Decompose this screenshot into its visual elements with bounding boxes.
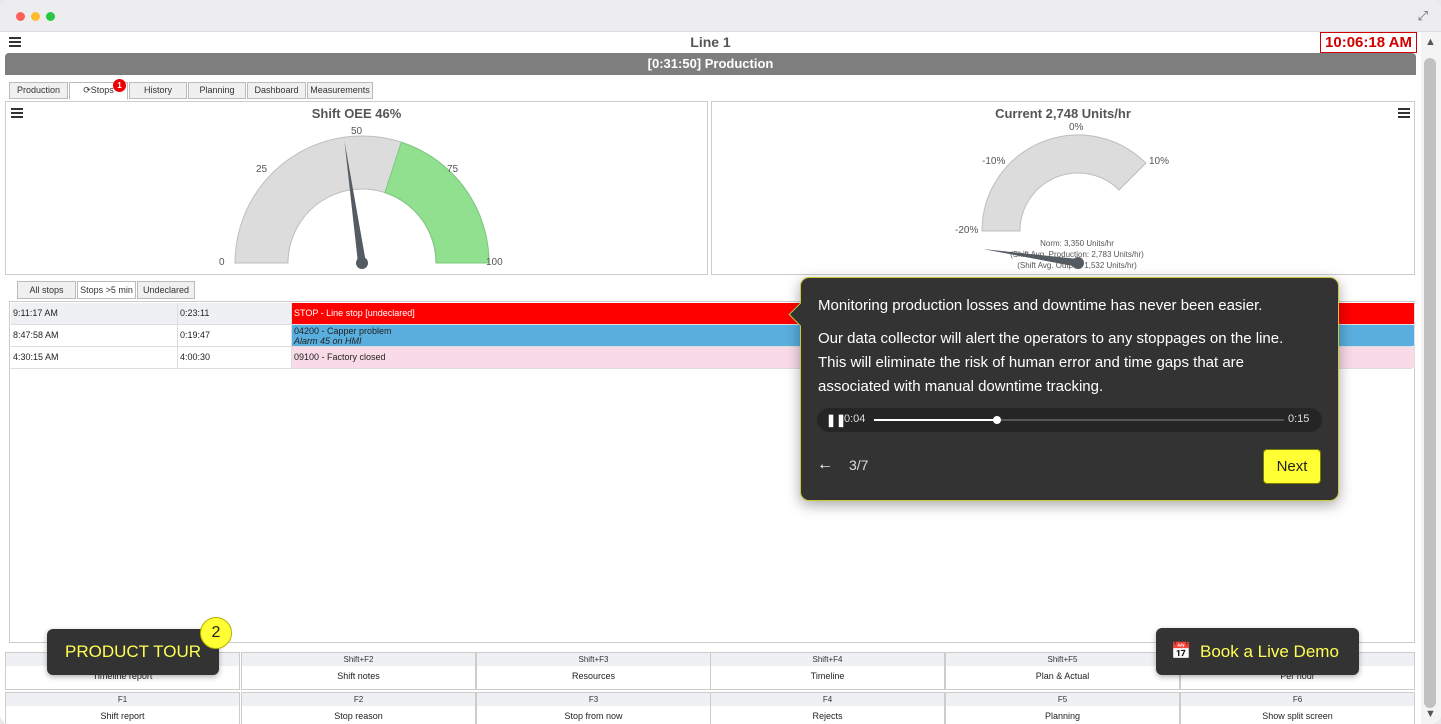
fkey-shift-report[interactable]: F1 Shift report bbox=[5, 692, 240, 724]
tour-step-counter: 3/7 bbox=[849, 457, 869, 473]
stop-duration: 4:00:30 bbox=[178, 347, 292, 368]
back-arrow-icon[interactable]: ← bbox=[817, 456, 833, 474]
rate-gauge bbox=[981, 134, 1147, 269]
oee-gauge-panel: Shift OEE 46% 0 25 50 75 100 bbox=[5, 101, 708, 275]
close-dot[interactable] bbox=[16, 12, 25, 21]
fkey-shift-notes[interactable]: Shift+F2 Shift notes bbox=[241, 652, 476, 690]
scroll-up-icon[interactable]: ▲ bbox=[1425, 36, 1436, 48]
tab-measurements[interactable]: Measurements bbox=[307, 82, 373, 99]
oee-gauge-pivot bbox=[356, 257, 368, 269]
audio-player: ❚❚ 0:04 0:15 bbox=[817, 408, 1322, 432]
title-bar: ⤢ bbox=[0, 0, 1441, 32]
tab-production[interactable]: Production bbox=[9, 82, 68, 99]
oee-gauge-green-band bbox=[384, 141, 490, 264]
progress-track[interactable] bbox=[874, 416, 1284, 424]
next-button[interactable]: Next bbox=[1263, 449, 1321, 484]
oee-tick-25: 25 bbox=[256, 164, 268, 175]
maximize-dot[interactable] bbox=[46, 12, 55, 21]
progress-fill bbox=[874, 419, 997, 421]
rate-tick-0: 0% bbox=[1069, 122, 1084, 133]
tab-dashboard[interactable]: Dashboard bbox=[247, 82, 306, 99]
rate-tick-minus10: -10% bbox=[982, 156, 1006, 167]
scroll-down-icon[interactable]: ▼ bbox=[1425, 708, 1436, 720]
rate-gauge-track bbox=[981, 134, 1147, 232]
app-window: ⤢ Line 1 10:06:18 AM [0:31:50] Productio… bbox=[0, 0, 1441, 724]
tour-text-line4: associated with manual downtime tracking… bbox=[818, 378, 1104, 395]
tab-undeclared[interactable]: Undeclared bbox=[137, 281, 195, 299]
tab-planning[interactable]: Planning bbox=[188, 82, 246, 99]
stop-time: 9:11:17 AM bbox=[11, 303, 178, 324]
tab-stops-label: Stops bbox=[90, 85, 114, 95]
fkey-show-split-screen[interactable]: F6 Show split screen bbox=[1180, 692, 1415, 724]
fkey-timeline[interactable]: Shift+F4 Timeline bbox=[710, 652, 945, 690]
rate-shift-avg-production: (Shift Avg. Production: 2,783 Units/hr) bbox=[1010, 250, 1144, 259]
oee-tick-100: 100 bbox=[486, 257, 503, 268]
stop-time: 4:30:15 AM bbox=[11, 347, 178, 368]
oee-tick-75: 75 bbox=[447, 164, 459, 175]
fkey-planning[interactable]: F5 Planning bbox=[945, 692, 1180, 724]
time-total: 0:15 bbox=[1288, 413, 1310, 425]
time-current: 0:04 bbox=[844, 413, 866, 425]
refresh-icon: ⟳ bbox=[83, 85, 91, 95]
status-bar: [0:31:50] Production bbox=[5, 53, 1416, 75]
product-tour-button[interactable]: PRODUCT TOUR bbox=[47, 629, 219, 675]
scrollbar-thumb[interactable] bbox=[1424, 58, 1436, 708]
stop-time: 8:47:58 AM bbox=[11, 325, 178, 346]
tour-text-line3: This will eliminate the risk of human er… bbox=[818, 354, 1245, 371]
tab-stops-over-5-min[interactable]: Stops >5 min bbox=[77, 281, 136, 299]
expand-icon[interactable]: ⤢ bbox=[1418, 8, 1428, 24]
book-demo-button[interactable]: 📅 Book a Live Demo bbox=[1156, 628, 1359, 675]
oee-tick-50: 50 bbox=[351, 126, 363, 137]
fkey-plan-actual[interactable]: Shift+F5 Plan & Actual bbox=[945, 652, 1180, 690]
fkey-rejects[interactable]: F4 Rejects bbox=[710, 692, 945, 724]
oee-tick-0: 0 bbox=[219, 257, 225, 268]
product-tour-popover: Monitoring production losses and downtim… bbox=[788, 277, 1339, 501]
stop-duration: 0:23:11 bbox=[178, 303, 292, 324]
product-tour-badge: 2 bbox=[200, 617, 232, 649]
fkey-resources[interactable]: Shift+F3 Resources bbox=[476, 652, 711, 690]
line-title: Line 1 bbox=[690, 34, 731, 50]
rate-gauge-panel: Current 2,748 Units/hr -20% -10% 0% 10% … bbox=[711, 101, 1415, 275]
vertical-scrollbar[interactable]: ▲ ▼ bbox=[1421, 32, 1441, 724]
fkey-stop-from-now[interactable]: F3 Stop from now bbox=[476, 692, 711, 724]
book-demo-label: Book a Live Demo bbox=[1200, 642, 1339, 661]
calendar-icon: 📅 bbox=[1171, 643, 1191, 660]
fkey-stop-reason[interactable]: F2 Stop reason bbox=[241, 692, 476, 724]
progress-knob[interactable] bbox=[993, 416, 1001, 424]
tab-history[interactable]: History bbox=[129, 82, 187, 99]
rate-tick-10: 10% bbox=[1149, 156, 1170, 167]
rate-norm: Norm: 3,350 Units/hr bbox=[1040, 239, 1114, 248]
minimize-dot[interactable] bbox=[31, 12, 40, 21]
stops-badge: 1 bbox=[113, 79, 126, 92]
tour-text-line1: Monitoring production losses and downtim… bbox=[818, 297, 1263, 314]
tour-text-line2: Our data collector will alert the operat… bbox=[818, 330, 1284, 347]
rate-tick-minus20: -20% bbox=[955, 225, 979, 236]
clock: 10:06:18 AM bbox=[1320, 32, 1417, 53]
tab-all-stops[interactable]: All stops bbox=[17, 281, 76, 299]
stop-duration: 0:19:47 bbox=[178, 325, 292, 346]
rate-shift-avg-output: (Shift Avg. Output: 1,532 Units/hr) bbox=[1017, 261, 1137, 270]
